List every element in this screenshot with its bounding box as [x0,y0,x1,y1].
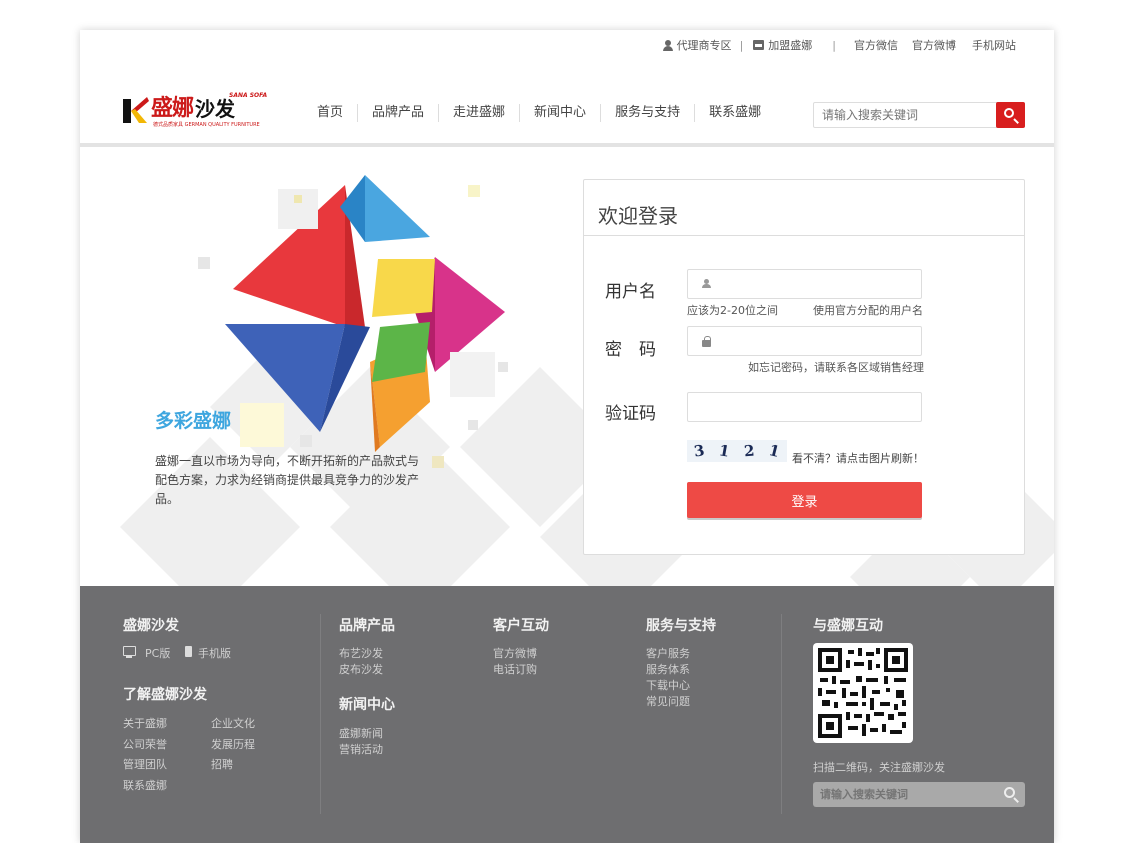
mobile-version-link[interactable]: 手机版 [198,645,231,661]
join-label: 加盟盛娜 [768,39,813,52]
hero-title: 多彩盛娜 [155,410,232,432]
footer-search [813,782,1025,807]
nav-item-home[interactable]: 首页 [303,104,359,122]
page: 代理商专区 | 加盟盛娜 | 官方微信 官方微博 手机网站 盛娜 沙发 SANA… [80,30,1054,843]
footer-link-leather-sofa[interactable]: 皮布沙发 [339,661,383,677]
header: 盛娜 沙发 SANA SOFA 德式品质家具 GERMAN QUALITY FU… [80,80,1054,143]
search-input[interactable] [814,103,998,127]
footer-social-title: 与盛娜互动 [813,618,883,634]
username-field[interactable] [687,269,922,299]
login-title: 欢迎登录 [584,180,1024,236]
wechat-link[interactable]: 官方微信 [854,37,898,53]
shop-icon [753,40,765,50]
search-icon [1004,108,1014,118]
nav-item-service[interactable]: 服务与支持 [601,104,696,122]
weibo-link[interactable]: 官方微博 [912,37,956,53]
qr-code-image [818,648,908,738]
footer-link-team[interactable]: 管理团队 [123,756,167,772]
logo-product: 沙发 [195,97,236,121]
footer-link-marketing[interactable]: 营销活动 [339,741,383,757]
username-label: 用户名 [605,282,656,302]
hero-description: 盛娜一直以市场为导向，不断开拓新的产品款式与配色方案，力求为经销商提供最具竞争力… [155,454,420,506]
search-button[interactable] [996,102,1025,128]
logo-name: 盛娜 [151,95,194,121]
captcha-field[interactable] [687,392,922,422]
separator: | [832,38,836,52]
captcha-char: 1 [717,441,732,461]
login-panel: 欢迎登录 用户名 应该为2-20位之间 使用官方分配的用户名 密 码 如忘记密码… [583,179,1025,555]
footer-link-news[interactable]: 盛娜新闻 [339,725,383,741]
join-link[interactable]: 加盟盛娜 [753,37,812,53]
username-hint-length: 应该为2-20位之间 [687,304,778,317]
footer-link-faq[interactable]: 常见问题 [646,693,690,709]
hero-section: 多彩盛娜 盛娜一直以市场为导向，不断开拓新的产品款式与配色方案，力求为经销商提供… [80,147,1054,586]
username-input[interactable] [688,270,921,298]
footer-service-title: 服务与支持 [646,618,716,634]
top-links-bar: 代理商专区 | 加盟盛娜 | 官方微信 官方微博 手机网站 [653,37,1016,53]
password-label: 密 码 [605,340,656,360]
footer-divider [781,614,782,814]
login-button[interactable]: 登录 [687,482,922,518]
footer-about-title: 了解盛娜沙发 [123,687,207,703]
qr-code [813,643,913,743]
agent-zone-label: 代理商专区 [676,39,732,52]
footer-link-contact[interactable]: 联系盛娜 [123,777,167,793]
footer-link-about[interactable]: 关于盛娜 [123,715,167,731]
footer-link-service-system[interactable]: 服务体系 [646,661,690,677]
footer-link-culture[interactable]: 企业文化 [211,715,255,731]
main-nav: 首页 品牌产品 走进盛娜 新闻中心 服务与支持 联系盛娜 [303,104,775,122]
captcha-char: 2 [743,441,756,461]
nav-item-about[interactable]: 走进盛娜 [439,104,521,122]
footer-search-input[interactable] [813,782,993,807]
lock-icon [702,336,711,347]
captcha-label: 验证码 [605,404,656,424]
nav-item-products[interactable]: 品牌产品 [358,104,440,122]
pc-icon [123,646,136,658]
logo[interactable]: 盛娜 沙发 SANA SOFA 德式品质家具 GERMAN QUALITY FU… [123,92,268,128]
footer-link-honors[interactable]: 公司荣誉 [123,736,167,752]
nav-item-news[interactable]: 新闻中心 [520,104,602,122]
pc-version-link[interactable]: PC版 [145,645,170,661]
captcha-input[interactable] [688,393,921,421]
user-icon [702,279,711,289]
footer-divider [320,614,321,814]
captcha-char: 3 [693,441,706,461]
footer-link-fabric-sofa[interactable]: 布艺沙发 [339,645,383,661]
search-icon[interactable] [1004,787,1015,798]
separator: | [739,38,744,52]
nav-item-contact[interactable]: 联系盛娜 [695,104,775,122]
footer-products-title: 品牌产品 [339,618,395,634]
agent-zone-link[interactable]: 代理商专区 [662,37,732,53]
logo-tag: SANA SOFA [229,92,268,99]
footer-link-history[interactable]: 发展历程 [211,736,255,752]
logo-mark-icon [123,97,149,123]
username-hint-official: 使用官方分配的用户名 [813,304,923,317]
captcha-char: 1 [767,441,782,461]
footer-news-title: 新闻中心 [339,697,395,713]
footer-link-weibo[interactable]: 官方微博 [493,645,537,661]
header-search [813,102,1025,128]
footer-brand-title: 盛娜沙发 [123,618,179,634]
mobile-site-link[interactable]: 手机网站 [972,37,1016,53]
password-field[interactable] [687,326,922,356]
logo-subtitle: 德式品质家具 GERMAN QUALITY FURNITURE [153,122,260,128]
password-input[interactable] [688,327,921,355]
footer-interact-title: 客户互动 [493,618,549,634]
qr-caption: 扫描二维码，关注盛娜沙发 [813,761,945,774]
phone-icon [185,646,192,657]
footer: 盛娜沙发 PC版 手机版 了解盛娜沙发 关于盛娜 企业文化 公司荣誉 发展历程 … [80,586,1054,843]
footer-link-phone-order[interactable]: 电话订购 [493,661,537,677]
captcha-refresh-hint[interactable]: 看不清？请点击图片刷新！ [792,450,924,466]
captcha-image[interactable]: 3 1 2 1 [687,440,787,462]
password-hint: 如忘记密码，请联系各区域销售经理 [748,361,924,374]
user-icon [662,39,673,51]
footer-link-downloads[interactable]: 下载中心 [646,677,690,693]
footer-link-jobs[interactable]: 招聘 [211,756,233,772]
footer-link-customer-service[interactable]: 客户服务 [646,645,690,661]
